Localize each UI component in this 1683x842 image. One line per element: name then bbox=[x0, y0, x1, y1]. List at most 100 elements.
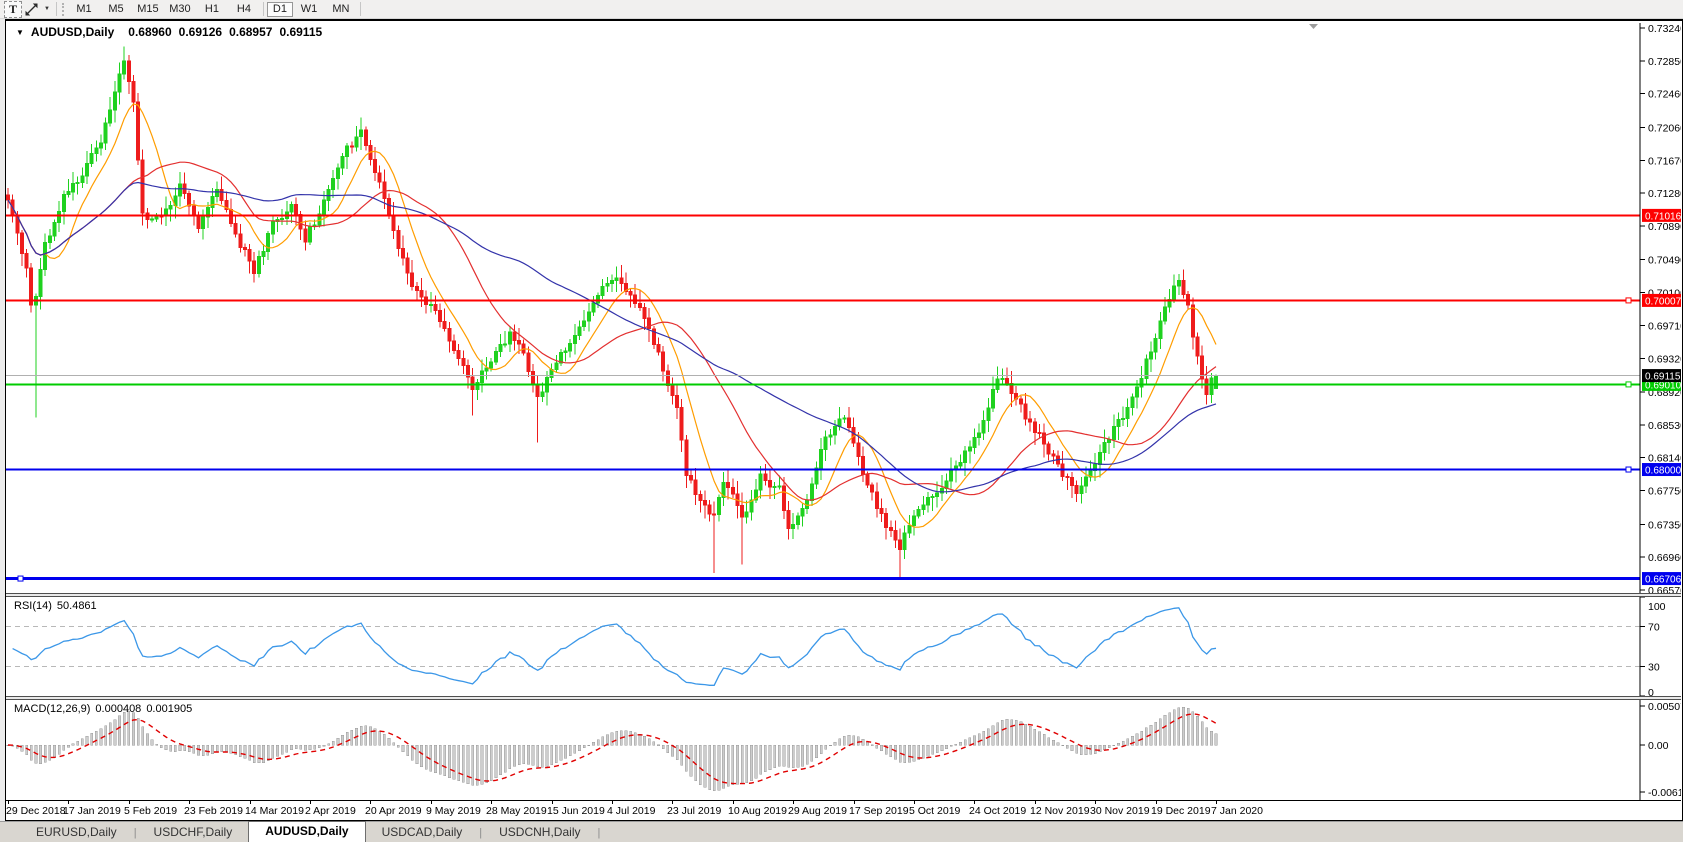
tool-dropdown-caret[interactable]: ▼ bbox=[41, 2, 53, 17]
chart-shift-marker bbox=[1309, 24, 1318, 29]
date-tick bbox=[1095, 801, 1096, 804]
toolbar-grip bbox=[62, 3, 64, 16]
rsi-value: 50.4861 bbox=[57, 600, 97, 612]
svg-text:0.69115: 0.69115 bbox=[1645, 372, 1681, 383]
date-tick bbox=[612, 801, 613, 804]
date-label: 30 Nov 2019 bbox=[1090, 805, 1150, 817]
date-tick bbox=[854, 801, 855, 804]
svg-text:0.005076: 0.005076 bbox=[1648, 701, 1681, 713]
macd-signal-value: 0.001905 bbox=[146, 703, 192, 715]
chart-menu-arrow-icon[interactable]: ▼ bbox=[16, 28, 24, 37]
date-tick bbox=[129, 801, 130, 804]
tab-eurusd[interactable]: EURUSD,Daily bbox=[20, 823, 133, 842]
toolbar-separator bbox=[56, 2, 57, 16]
pointer-arrows-icon bbox=[25, 3, 38, 16]
level-handle bbox=[1626, 298, 1631, 303]
tab-usdcnh[interactable]: USDCNH,Daily bbox=[483, 823, 596, 842]
date-axis[interactable]: 29 Dec 201817 Jan 20195 Feb 201923 Feb 2… bbox=[6, 800, 1681, 820]
toolbar-separator bbox=[263, 2, 264, 16]
ohlc-high: 0.69126 bbox=[179, 25, 222, 39]
chart-window: ▼ AUDUSD,Daily 0.68960 0.69126 0.68957 0… bbox=[5, 19, 1683, 821]
date-label: 12 Nov 2019 bbox=[1030, 805, 1090, 817]
svg-text:0.72460: 0.72460 bbox=[1648, 89, 1681, 101]
date-label: 9 May 2019 bbox=[426, 805, 481, 817]
date-tick bbox=[914, 801, 915, 804]
svg-text:0.67350: 0.67350 bbox=[1648, 519, 1681, 531]
date-tick bbox=[8, 801, 9, 804]
date-label: 29 Dec 2018 bbox=[6, 805, 66, 817]
level-handle bbox=[1626, 467, 1631, 472]
svg-text:0.68140: 0.68140 bbox=[1648, 453, 1681, 465]
rsi-indicator-pane[interactable]: 10070300 bbox=[6, 597, 1681, 696]
date-label: 4 Jul 2019 bbox=[607, 805, 655, 817]
ohlc-open: 0.68960 bbox=[128, 25, 171, 39]
svg-text:0.71670: 0.71670 bbox=[1648, 155, 1681, 167]
timeframe-button-D1[interactable]: D1 bbox=[267, 2, 293, 17]
timeframe-button-M30[interactable]: M30 bbox=[164, 2, 196, 17]
level-handle bbox=[1626, 382, 1631, 387]
svg-text:0.00: 0.00 bbox=[1648, 740, 1669, 752]
ohlc-low: 0.68957 bbox=[229, 25, 272, 39]
date-tick bbox=[974, 801, 975, 804]
svg-text:0.67750: 0.67750 bbox=[1648, 486, 1681, 498]
toolbar-separator bbox=[360, 2, 361, 16]
pointer-tool-button[interactable] bbox=[22, 2, 41, 17]
date-label: 15 Jun 2019 bbox=[547, 805, 605, 817]
svg-text:-0.006148: -0.006148 bbox=[1648, 787, 1681, 799]
date-tick bbox=[431, 801, 432, 804]
symbol-tab-bar: EURUSD,Daily|USDCHF,DailyAUDUSD,DailyUSD… bbox=[0, 821, 1683, 842]
ohlc-close: 0.69115 bbox=[279, 25, 322, 39]
timeframe-button-M1[interactable]: M1 bbox=[68, 2, 100, 17]
svg-text:0.66706: 0.66706 bbox=[1645, 575, 1681, 586]
macd-name: MACD(12,26,9) bbox=[14, 703, 90, 715]
tab-usdchf[interactable]: USDCHF,Daily bbox=[138, 823, 249, 842]
date-label: 23 Jul 2019 bbox=[667, 805, 721, 817]
svg-text:0.69710: 0.69710 bbox=[1648, 320, 1681, 332]
svg-text:0.66570: 0.66570 bbox=[1648, 585, 1681, 593]
svg-text:0.71016: 0.71016 bbox=[1645, 211, 1681, 222]
macd-indicator-pane[interactable]: 0.005076 0.00 -0.006148 bbox=[6, 700, 1681, 800]
text-tool-button[interactable]: T bbox=[4, 1, 22, 18]
tab-usdcad[interactable]: USDCAD,Daily bbox=[366, 823, 479, 842]
price-chart-pane[interactable]: 0.732400.728500.724600.720600.716700.712… bbox=[6, 23, 1681, 593]
date-label: 5 Oct 2019 bbox=[909, 805, 960, 817]
svg-text:0.66960: 0.66960 bbox=[1648, 552, 1681, 564]
date-label: 23 Feb 2019 bbox=[184, 805, 243, 817]
date-label: 2 Apr 2019 bbox=[305, 805, 356, 817]
chart-symbol-label: AUDUSD,Daily bbox=[31, 25, 114, 39]
svg-text:0.69320: 0.69320 bbox=[1648, 353, 1681, 365]
rsi-label: RSI(14) 50.4861 bbox=[14, 600, 102, 612]
timeframe-button-H1[interactable]: H1 bbox=[196, 2, 228, 17]
timeframe-button-W1[interactable]: W1 bbox=[293, 2, 325, 17]
date-label: 17 Sep 2019 bbox=[849, 805, 909, 817]
date-tick bbox=[370, 801, 371, 804]
date-tick bbox=[1156, 801, 1157, 804]
svg-text:30: 30 bbox=[1648, 661, 1660, 673]
rsi-name: RSI(14) bbox=[14, 600, 52, 612]
svg-text:0.70490: 0.70490 bbox=[1648, 255, 1681, 267]
timeframe-button-H4[interactable]: H4 bbox=[228, 2, 260, 17]
date-label: 19 Dec 2019 bbox=[1151, 805, 1211, 817]
svg-text:0.70890: 0.70890 bbox=[1648, 221, 1681, 233]
date-label: 7 Jan 2020 bbox=[1211, 805, 1263, 817]
rsi-line bbox=[13, 608, 1216, 686]
timeframe-button-MN[interactable]: MN bbox=[325, 2, 357, 17]
date-tick bbox=[672, 801, 673, 804]
timeframe-button-M15[interactable]: M15 bbox=[132, 2, 164, 17]
timeframe-buttons: M1M5M15M30H1H4 D1W1MN bbox=[68, 2, 364, 17]
date-label: 20 Apr 2019 bbox=[365, 805, 422, 817]
moving-average-55 bbox=[8, 183, 1216, 492]
level-handle bbox=[18, 576, 23, 581]
svg-text:0.72060: 0.72060 bbox=[1648, 122, 1681, 134]
tab-audusd[interactable]: AUDUSD,Daily bbox=[248, 821, 365, 842]
date-tick bbox=[491, 801, 492, 804]
date-tick bbox=[552, 801, 553, 804]
date-label: 14 Mar 2019 bbox=[245, 805, 304, 817]
svg-text:70: 70 bbox=[1648, 622, 1660, 634]
timeframe-button-M5[interactable]: M5 bbox=[100, 2, 132, 17]
date-label: 24 Oct 2019 bbox=[969, 805, 1026, 817]
date-tick bbox=[250, 801, 251, 804]
chart-title: ▼ AUDUSD,Daily 0.68960 0.69126 0.68957 0… bbox=[16, 25, 329, 39]
svg-text:0.68000: 0.68000 bbox=[1645, 466, 1681, 477]
date-tick bbox=[733, 801, 734, 804]
